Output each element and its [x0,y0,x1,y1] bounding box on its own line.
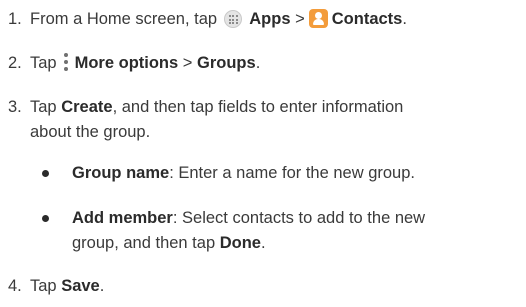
step-text-rest: , and then tap fields to enter informati… [112,98,404,116]
add-member-desc: : Select contacts to add to the new [172,209,426,227]
step-number: 2. [8,54,22,72]
save-label: Save [61,277,100,295]
separator: > [182,54,193,72]
groups-label: Groups [197,54,256,72]
bullet-text-continued: group, and then tap Done. [72,232,266,254]
more-options-icon [63,53,69,71]
step-number: 4. [8,277,22,295]
bullet-dot [42,170,49,177]
apps-grid-icon [223,10,242,28]
step-text-pre: Tap [30,277,57,295]
step-end: . [99,277,105,295]
step-text-continued: about the group. [30,123,151,141]
step-text: Tap Save. [30,275,104,297]
bullet-end: . [260,234,266,252]
add-member-desc-continued: group, and then tap [72,234,216,252]
step-end: . [255,54,261,72]
add-member-term: Add member [72,209,173,227]
apps-label: Apps [249,10,291,28]
done-label: Done [219,234,261,252]
group-name-desc: : Enter a name for the new group. [169,164,415,182]
step-number: 3. [8,98,22,116]
step-text: Tap Create, and then tap fields to enter… [30,96,403,118]
create-label: Create [61,98,113,116]
step-text-pre: Tap [30,98,57,116]
more-options-label: More options [74,54,179,72]
bullet-dot [42,215,49,222]
contacts-app-icon [308,9,328,28]
bullet-text: Group name: Enter a name for the new gro… [72,162,415,184]
step-text-pre: From a Home screen, tap [30,10,218,28]
step-number: 1. [8,10,22,28]
separator: > [295,10,305,28]
step-text: Tap More options > Groups. [30,52,260,74]
step-end: . [402,10,407,28]
step-text-pre: Tap [30,54,57,72]
bullet-text: Add member: Select contacts to add to th… [72,207,425,229]
contacts-label: Contacts [331,10,403,28]
step-text: From a Home screen, tap Apps > Contacts. [30,8,407,30]
group-name-term: Group name [72,164,170,182]
